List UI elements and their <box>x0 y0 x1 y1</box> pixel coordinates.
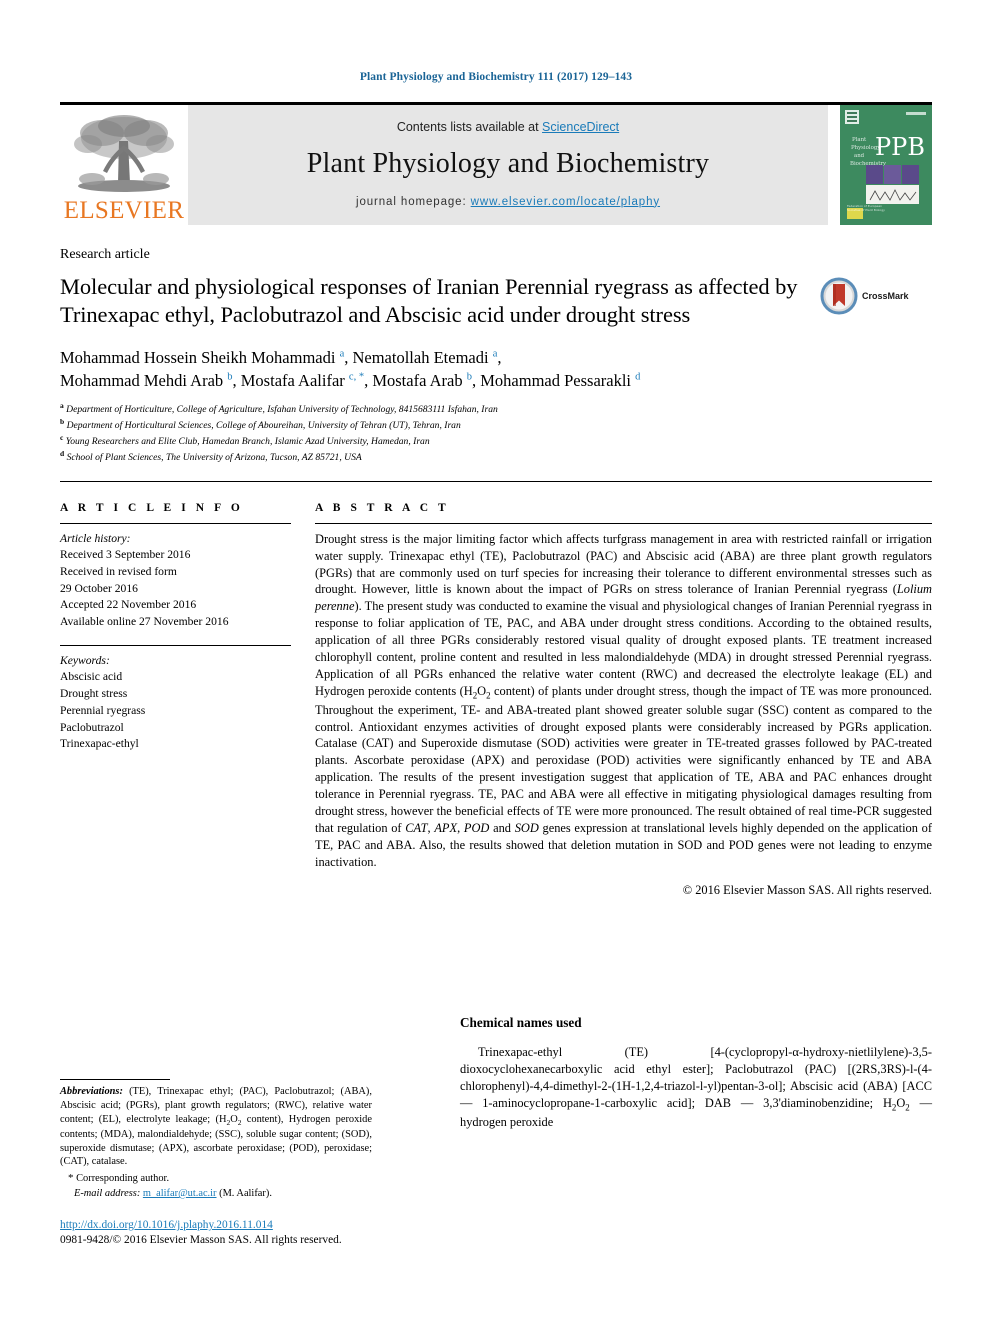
keywords-label: Keywords: <box>60 653 110 667</box>
affiliation-marker: c <box>60 433 64 443</box>
article-history-item: Received 3 September 2016 <box>60 548 191 562</box>
affiliation-item: b Department of Horticultural Sciences, … <box>60 417 461 432</box>
journal-masthead: ELSEVIER Contents lists available at Sci… <box>60 101 932 225</box>
article-history-label: Article history: <box>60 531 131 545</box>
article-history-item: Available online 27 November 2016 <box>60 615 229 629</box>
journal-homepage-line: journal homepage: www.elsevier.com/locat… <box>356 196 660 208</box>
abbreviations-text: (TE), Trinexapac ethyl; (PAC), Paclobutr… <box>60 1086 372 1168</box>
abstract-heading: A B S T R A C T <box>315 501 450 514</box>
footnote-rule <box>60 1079 170 1080</box>
page-title: Molecular and physiological responses of… <box>60 273 798 328</box>
article-info-column: A R T I C L E I N F O Article history: R… <box>60 502 315 898</box>
elsevier-tree-icon <box>74 114 174 192</box>
header-divider <box>60 480 932 482</box>
authors-line-2: Mohammad Mehdi Arab b, Mostafa Aalifar c… <box>60 371 641 391</box>
abbreviations-note: Abbreviations: (TE), Trinexapac ethyl; (… <box>60 1085 372 1169</box>
article-history-list: Received 3 September 2016 Received in rev… <box>60 547 291 630</box>
email-link[interactable]: m_alifar@ut.ac.ir <box>143 1188 217 1199</box>
affiliations-list: a Department of Horticulture, College of… <box>60 401 932 464</box>
homepage-prefix: journal homepage: <box>355 195 471 208</box>
abstract-rule <box>315 522 932 524</box>
crossmark-badge[interactable]: CrossMark <box>820 277 932 315</box>
journal-band: Contents lists available at ScienceDirec… <box>188 104 828 225</box>
journal-cover-thumbnail[interactable]: PPB Plant Physiology and Biochemistry Fe… <box>840 104 932 225</box>
affiliation-item: a Department of Horticulture, College of… <box>60 401 498 416</box>
contents-prefix: Contents lists available at <box>396 119 543 134</box>
abbreviations-label: Abbreviations: <box>60 1086 123 1097</box>
chemical-names-column: Chemical names used Trinexapac-ethyl (TE… <box>400 1015 932 1202</box>
doi-link[interactable]: http://dx.doi.org/10.1016/j.plaphy.2016.… <box>60 1218 342 1233</box>
authors-block: Mohammad Hossein Sheikh Mohammadi a, Nem… <box>60 346 932 393</box>
article-info-rule <box>60 522 291 524</box>
keyword-item: Paclobutrazol <box>60 720 124 734</box>
affiliation-marker: d <box>60 448 65 458</box>
chemical-names-text: Trinexapac-ethyl (TE) [4-(cyclopropyl-α-… <box>460 1045 932 1129</box>
affiliation-marker: b <box>60 417 65 427</box>
svg-text:Plant: Plant <box>852 137 867 143</box>
corresponding-author-note: * Corresponding author. <box>60 1171 372 1187</box>
footnotes-column: Abbreviations: (TE), Trinexapac ethyl; (… <box>60 1015 400 1202</box>
abstract-text: Drought stress is the major limiting fac… <box>315 531 932 869</box>
footer-block: http://dx.doi.org/10.1016/j.plaphy.2016.… <box>60 1218 342 1249</box>
article-info-heading: A R T I C L E I N F O <box>60 501 244 514</box>
title-row: Molecular and physiological responses of… <box>60 273 932 330</box>
journal-title: Plant Physiology and Biochemistry <box>306 147 710 179</box>
crossmark-icon <box>820 277 858 314</box>
affiliation-marker: a <box>60 401 64 411</box>
keywords-rule <box>60 644 291 646</box>
keyword-item: Abscisic acid <box>60 670 123 684</box>
svg-text:and: and <box>854 153 865 159</box>
keywords-list: Abscisic acid Drought stress Perennial rye… <box>60 669 291 752</box>
authors-line-1: Mohammad Hossein Sheikh Mohammadi a, Nem… <box>60 347 502 367</box>
corresponding-author-text: Corresponding author. <box>76 1173 170 1185</box>
crossmark-label: CrossMark <box>862 290 909 301</box>
abstract-column: A B S T R A C T Drought stress is the ma… <box>315 502 932 898</box>
contents-list-line: Contents lists available at ScienceDirec… <box>397 120 619 134</box>
article-type-label: Research article <box>60 246 150 262</box>
info-abstract-columns: A R T I C L E I N F O Article history: R… <box>60 502 932 898</box>
ppb-cover-image: PPB Plant Physiology and Biochemistry Fe… <box>840 104 932 225</box>
svg-text:PPB: PPB <box>875 133 925 161</box>
asterisk-icon: * <box>68 1172 74 1185</box>
journal-homepage-link[interactable]: www.elsevier.com/locate/plaphy <box>471 196 660 208</box>
keywords-block: Keywords: Abscisic acid Drought stress Per… <box>60 644 291 753</box>
sciencedirect-link[interactable]: ScienceDirect <box>542 120 619 134</box>
svg-text:Societies of Plant Biology: Societies of Plant Biology <box>847 208 885 212</box>
article-page: Plant Physiology and Biochemistry 111 (2… <box>0 0 992 1323</box>
elsevier-logo: ELSEVIER <box>60 105 188 225</box>
elsevier-wordmark: ELSEVIER <box>63 196 185 224</box>
abstract-copyright: © 2016 Elsevier Masson SAS. All rights r… <box>682 882 932 897</box>
email-note: E-mail address: m_alifar@ut.ac.ir (M. Aa… <box>60 1187 372 1202</box>
article-history-item: Received in revised form <box>60 565 177 579</box>
article-history-item: Accepted 22 November 2016 <box>60 598 197 612</box>
affiliation-item: d School of Plant Sciences, The Universi… <box>60 448 362 464</box>
email-label: E-mail address: <box>74 1187 141 1199</box>
article-history-item: 29 October 2016 <box>60 581 138 595</box>
keyword-item: Perennial ryegrass <box>60 703 146 717</box>
issn-copyright-line: 0981-9428/© 2016 Elsevier Masson SAS. Al… <box>60 1234 342 1247</box>
chemical-names-heading: Chemical names used <box>460 1015 582 1030</box>
keyword-item: Trinexapac-ethyl <box>60 737 139 751</box>
running-head: Plant Physiology and Biochemistry 111 (2… <box>359 71 633 83</box>
svg-text:Physiology: Physiology <box>851 145 881 151</box>
keyword-item: Drought stress <box>60 687 128 701</box>
email-suffix: (M. Aalifar). <box>216 1187 272 1199</box>
bottom-region: Abbreviations: (TE), Trinexapac ethyl; (… <box>60 1015 932 1202</box>
affiliation-item: c Young Researchers and Elite Club, Hame… <box>60 433 430 448</box>
